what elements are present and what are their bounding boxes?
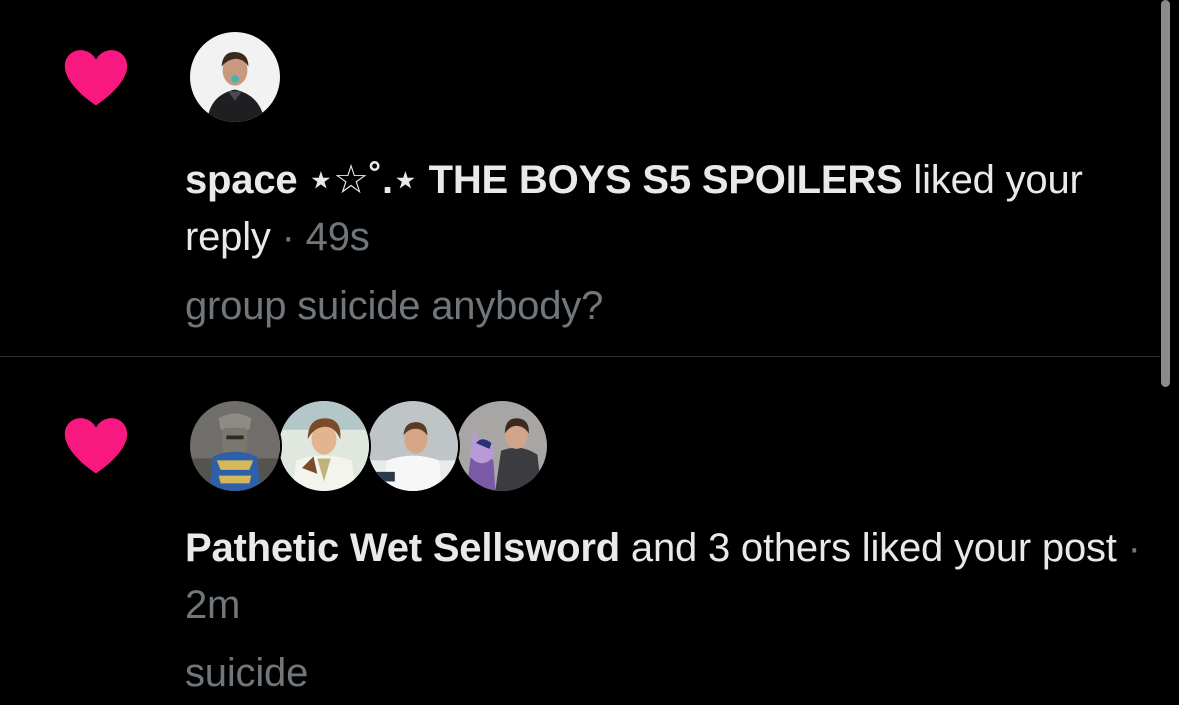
user-name[interactable]: Pathetic Wet Sellsword [185,526,620,570]
separator: · [270,215,306,259]
notification-item[interactable]: space ⋆☆˚.⋆ THE BOYS S5 SPOILERS liked y… [0,0,1160,356]
avatar[interactable] [366,399,460,493]
notification-text: Pathetic Wet Sellsword and 3 others like… [185,520,1160,634]
post-snippet[interactable]: suicide [185,647,308,699]
separator: · [1116,526,1141,570]
user-name[interactable]: space ⋆☆˚.⋆ THE BOYS S5 SPOILERS [185,158,903,202]
avatar[interactable] [188,30,282,124]
action-text: and 3 others liked your post [619,526,1117,570]
avatar[interactable] [455,399,549,493]
avatar[interactable] [277,399,371,493]
scrollbar[interactable] [1161,0,1170,387]
avatar-group [188,399,558,495]
avatar[interactable] [188,399,282,493]
timestamp: 2m [185,583,241,627]
heart-icon [62,47,130,107]
heart-icon [62,415,130,475]
post-snippet[interactable]: group suicide anybody? [185,280,603,332]
notification-item[interactable]: Pathetic Wet Sellsword and 3 others like… [0,357,1160,705]
timestamp: 49s [305,215,370,259]
notification-text: space ⋆☆˚.⋆ THE BOYS S5 SPOILERS liked y… [185,152,1160,266]
